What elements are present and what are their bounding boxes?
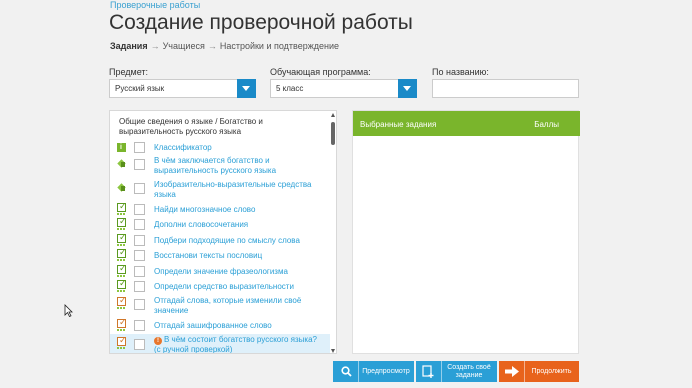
exercise-check-orange-icon	[117, 335, 127, 346]
continue-label: Продолжить	[531, 368, 572, 375]
task-tree-panel[interactable]: Общие сведения о языке / Богатство и выр…	[109, 110, 337, 354]
task-label[interactable]: Восстанови тексты пословиц	[154, 251, 324, 261]
page-title: Создание проверочной работы	[109, 11, 413, 34]
task-label[interactable]: Определи средство выразительности	[154, 282, 324, 292]
preview-label: Предпросмотр	[362, 368, 410, 375]
exercise-check-icon	[117, 278, 127, 289]
task-label[interactable]: Отгадай зашифрованное слово	[154, 321, 324, 331]
program-label: Обучающая программа:	[270, 67, 371, 77]
task-label[interactable]: Дополни словосочетания	[154, 220, 324, 230]
theory-cube-icon	[117, 159, 126, 168]
difficulty-dots	[117, 290, 126, 292]
difficulty-dots	[117, 275, 126, 277]
task-label[interactable]: Изобразительно-выразительные средства яз…	[154, 180, 324, 200]
exercise-check-icon	[117, 247, 127, 258]
task-checkbox[interactable]	[134, 219, 145, 230]
task-checkbox[interactable]	[134, 183, 145, 194]
task-label[interactable]: Определи значение фразеологизма	[154, 267, 324, 277]
name-filter-label: По названию:	[432, 67, 489, 77]
task-checkbox[interactable]	[134, 235, 145, 246]
task-item[interactable]: Найди многозначное слово	[110, 201, 330, 217]
scroll-down-arrow-icon[interactable]	[331, 349, 335, 353]
exercise-check-icon	[117, 232, 127, 243]
magnifier-icon	[341, 366, 352, 377]
scroll-up-arrow-icon[interactable]	[331, 113, 335, 117]
task-item-highlighted[interactable]: !В чём состоит богатство русского языка?…	[110, 334, 330, 354]
scrollbar[interactable]	[331, 113, 335, 353]
chevron-down-icon[interactable]	[237, 79, 256, 98]
task-item[interactable]: Классификатор	[110, 142, 330, 154]
task-checkbox[interactable]	[134, 204, 145, 215]
task-item[interactable]: Дополни словосочетания	[110, 216, 330, 232]
task-label[interactable]: В чём заключается богатство и выразитель…	[154, 156, 324, 176]
difficulty-dots	[117, 259, 126, 261]
difficulty-dots	[117, 228, 126, 230]
info-icon	[117, 143, 126, 152]
task-checkbox[interactable]	[134, 320, 145, 331]
step-tasks[interactable]: Задания	[110, 41, 148, 51]
exercise-check-icon	[117, 263, 127, 274]
task-label[interactable]: Подбери подходящие по смыслу слова	[154, 236, 324, 246]
task-item[interactable]: Подбери подходящие по смыслу слова	[110, 232, 330, 248]
step-arrow: →	[150, 41, 160, 51]
subject-select[interactable]: Русский язык	[109, 79, 256, 98]
breadcrumb-link[interactable]: Проверочные работы	[110, 0, 200, 10]
arrow-right-icon	[505, 366, 519, 377]
task-item[interactable]: Изобразительно-выразительные средства яз…	[110, 180, 330, 200]
exercise-check-icon	[117, 201, 127, 212]
warning-icon: !	[154, 337, 162, 345]
task-label[interactable]: ! В чём состоит богатство русского языка?…	[154, 335, 324, 354]
difficulty-dots	[117, 329, 126, 331]
difficulty-dots	[117, 307, 126, 309]
scrollbar-thumb[interactable]	[331, 122, 335, 145]
mouse-cursor-icon	[64, 304, 73, 317]
name-search-input[interactable]	[432, 79, 579, 98]
step-students[interactable]: Учащиеся	[163, 41, 205, 51]
exercise-check-icon	[117, 216, 127, 227]
exercise-check-orange-icon	[117, 317, 127, 328]
task-label[interactable]: Классификатор	[154, 143, 324, 153]
task-item[interactable]: Отгадай слова, которые изменили своё зна…	[110, 295, 330, 317]
program-select[interactable]: 5 класс	[270, 79, 417, 98]
subject-value: Русский язык	[115, 84, 165, 93]
exercise-check-orange-icon	[117, 295, 127, 306]
difficulty-dots	[117, 244, 126, 246]
continue-button[interactable]: Продолжить	[499, 361, 579, 382]
task-item[interactable]: Восстанови тексты пословиц	[110, 247, 330, 263]
category-title: Общие сведения о языке / Богатство и выр…	[119, 117, 263, 136]
selected-tasks-header: Выбранные задания Баллы	[353, 111, 580, 136]
preview-button[interactable]: Предпросмотр	[333, 361, 414, 382]
task-label-text: В чём состоит богатство русского языка? …	[154, 335, 317, 354]
task-item[interactable]: В чём заключается богатство и выразитель…	[110, 156, 330, 176]
wizard-steps: Задания → Учащиеся → Настройки и подтвержден…	[110, 41, 339, 51]
task-checkbox[interactable]	[134, 142, 145, 153]
task-item[interactable]: Определи средство выразительности	[110, 278, 330, 294]
difficulty-dots	[117, 347, 126, 349]
add-document-icon	[422, 365, 434, 378]
task-checkbox[interactable]	[134, 339, 145, 350]
task-item[interactable]: Отгадай зашифрованное слово	[110, 317, 330, 333]
create-task-button[interactable]: Создать своё задание	[416, 361, 497, 382]
task-checkbox[interactable]	[134, 250, 145, 261]
selected-tasks-panel: Выбранные задания Баллы	[352, 110, 580, 354]
selected-tasks-column: Выбранные задания	[360, 120, 437, 129]
task-checkbox[interactable]	[134, 281, 145, 292]
theory-cube-icon	[117, 183, 126, 192]
create-task-label: Создать своё задание	[447, 364, 491, 379]
program-value: 5 класс	[276, 84, 304, 93]
task-checkbox[interactable]	[134, 299, 145, 310]
points-column: Баллы	[534, 120, 559, 129]
step-arrow: →	[207, 41, 217, 51]
task-checkbox[interactable]	[134, 159, 145, 170]
chevron-down-icon[interactable]	[398, 79, 417, 98]
task-label[interactable]: Найди многозначное слово	[154, 205, 324, 215]
difficulty-dots	[117, 213, 126, 215]
step-settings[interactable]: Настройки и подтверждение	[220, 41, 339, 51]
subject-label: Предмет:	[109, 67, 149, 77]
task-label[interactable]: Отгадай слова, которые изменили своё зна…	[154, 296, 324, 316]
task-item[interactable]: Определи значение фразеологизма	[110, 263, 330, 279]
task-checkbox[interactable]	[134, 266, 145, 277]
